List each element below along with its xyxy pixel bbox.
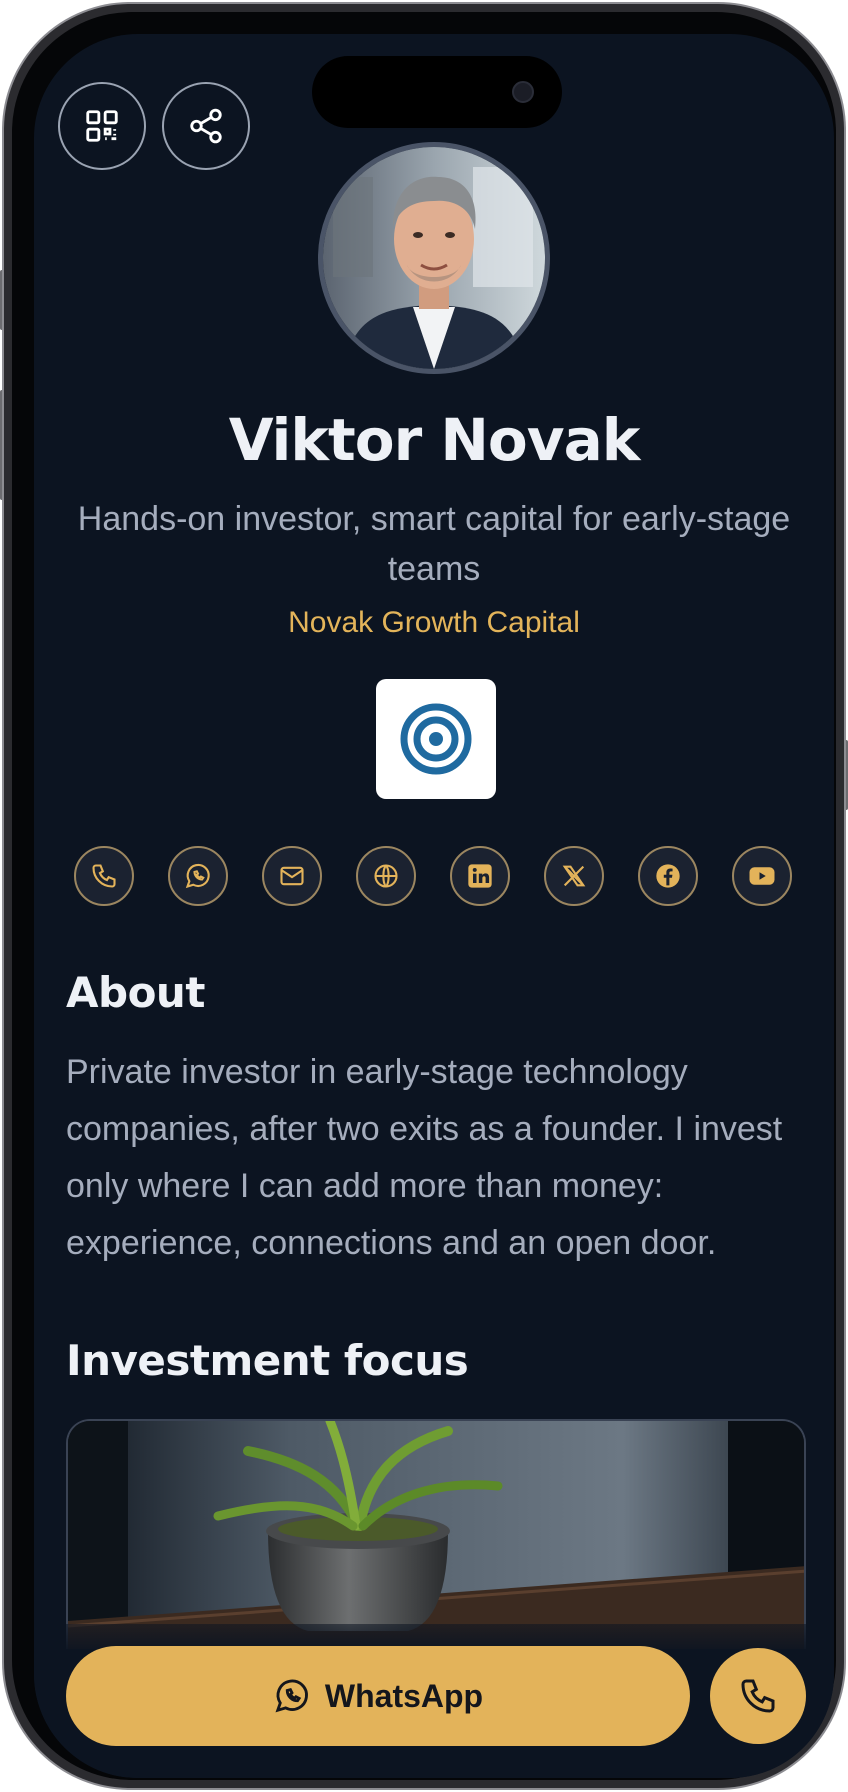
social-youtube-button[interactable] (732, 846, 792, 906)
social-linkedin-button[interactable] (450, 846, 510, 906)
company-logo (376, 679, 496, 799)
social-x-button[interactable] (544, 846, 604, 906)
qr-code-button[interactable] (58, 82, 146, 170)
company-name: Novak Growth Capital (288, 606, 580, 639)
phone-icon (741, 1679, 775, 1713)
social-links (74, 846, 794, 906)
phone-frame: Viktor Novak Hands-on investor, smart ca… (2, 2, 846, 1790)
facebook-icon (656, 864, 680, 888)
focus-image (66, 1419, 806, 1649)
dynamic-island (312, 56, 562, 128)
target-logo-icon (400, 703, 472, 775)
about-heading: About (66, 968, 205, 1017)
about-text: Private investor in early-stage technolo… (66, 1053, 783, 1262)
avatar (318, 142, 550, 374)
whatsapp-icon (185, 863, 210, 889)
globe-icon (374, 864, 398, 888)
qr-code-icon (86, 110, 118, 142)
social-facebook-button[interactable] (638, 846, 698, 906)
share-icon (190, 108, 222, 144)
social-phone-button[interactable] (74, 846, 134, 906)
focus-heading: Investment focus (66, 1336, 469, 1385)
whatsapp-button[interactable]: WhatsApp (66, 1646, 690, 1746)
email-icon (280, 866, 304, 886)
profile-name: Viktor Novak (228, 406, 641, 474)
share-button[interactable] (162, 82, 250, 170)
x-icon (562, 865, 586, 887)
screen: Viktor Novak Hands-on investor, smart ca… (34, 34, 834, 1778)
social-email-button[interactable] (262, 846, 322, 906)
call-button[interactable] (710, 1648, 806, 1744)
social-whatsapp-button[interactable] (168, 846, 228, 906)
camera-icon (512, 81, 534, 103)
profile-tagline: Hands-on investor, smart capital for ear… (77, 500, 791, 588)
whatsapp-button-label: WhatsApp (324, 1677, 484, 1714)
phone-bezel: Viktor Novak Hands-on investor, smart ca… (12, 12, 836, 1780)
social-website-button[interactable] (356, 846, 416, 906)
youtube-icon (749, 867, 775, 885)
linkedin-icon (468, 864, 492, 888)
phone-icon (92, 864, 116, 888)
whatsapp-icon (275, 1679, 308, 1713)
